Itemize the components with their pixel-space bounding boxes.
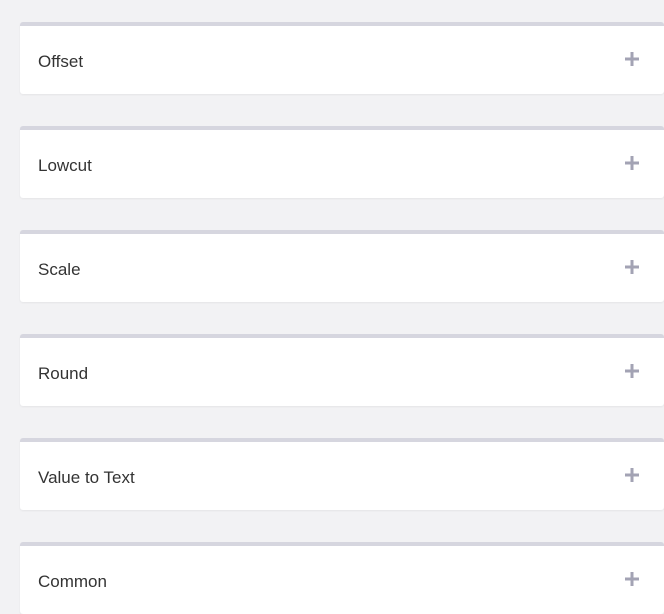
- panel-offset[interactable]: Offset: [20, 22, 664, 94]
- panel-round[interactable]: Round: [20, 334, 664, 406]
- panel-lowcut[interactable]: Lowcut: [20, 126, 664, 198]
- plus-icon[interactable]: [625, 260, 639, 274]
- panel-list: Offset Lowcut Scale Round Value to Text …: [20, 22, 664, 614]
- panel-title: Lowcut: [38, 156, 92, 175]
- panel-title: Common: [38, 572, 107, 591]
- plus-icon[interactable]: [625, 156, 639, 170]
- plus-icon[interactable]: [625, 468, 639, 482]
- plus-icon[interactable]: [625, 52, 639, 66]
- panel-title: Scale: [38, 260, 81, 279]
- panel-value-to-text[interactable]: Value to Text: [20, 438, 664, 510]
- panel-scale[interactable]: Scale: [20, 230, 664, 302]
- panel-title: Round: [38, 364, 89, 383]
- plus-icon[interactable]: [625, 364, 639, 378]
- plus-icon[interactable]: [625, 572, 639, 586]
- panel-title: Offset: [38, 52, 84, 71]
- panel-common[interactable]: Common: [20, 542, 664, 614]
- panel-title: Value to Text: [38, 468, 135, 487]
